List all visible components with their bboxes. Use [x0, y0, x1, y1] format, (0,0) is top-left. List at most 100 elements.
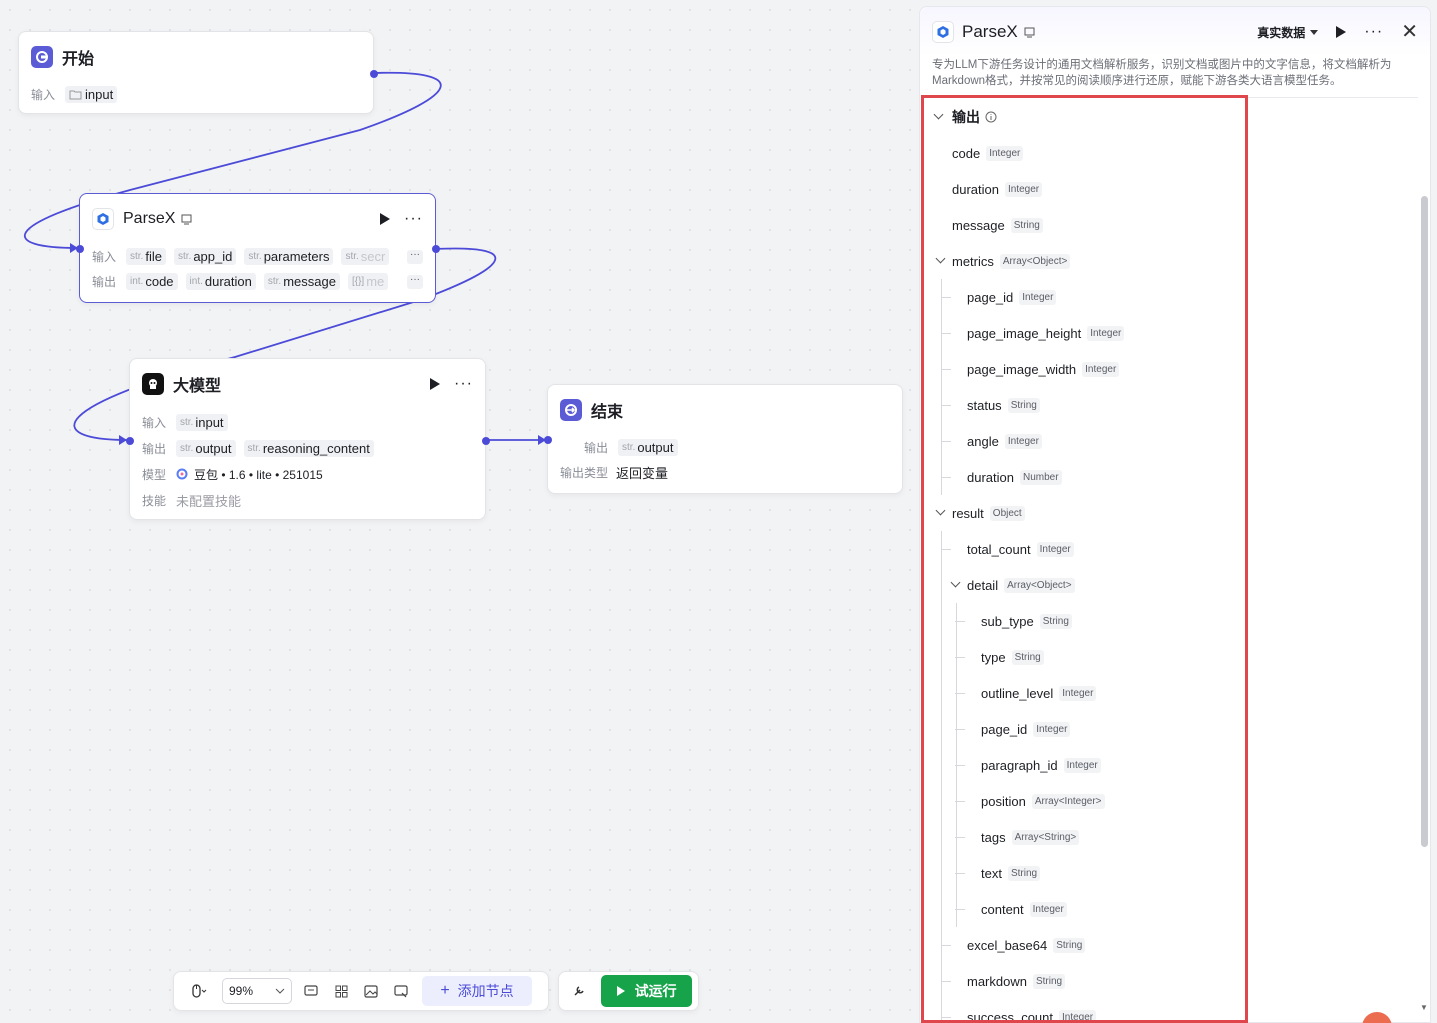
parsex-output-label: 输出 [92, 275, 117, 289]
start-input-label: 输入 [31, 88, 56, 102]
field-name: sub_type [981, 613, 1034, 629]
parsex-output-metrics: [{}] me [347, 273, 389, 290]
parsex-input-file: str. file [126, 248, 166, 265]
llm-skills-value: 未配置技能 [176, 493, 242, 509]
field-name: status [967, 397, 1002, 413]
tree-connector [941, 981, 951, 982]
start-out-port[interactable] [370, 70, 378, 78]
output-field-result[interactable]: result Object [925, 495, 1245, 531]
panel-scrollbar[interactable] [1421, 196, 1428, 847]
llm-node[interactable]: 大模型 ··· 输入 str. input 输出 str. output str. r… [126, 358, 490, 520]
close-icon[interactable]: ✕ [1401, 22, 1418, 42]
llm-title: 大模型 [173, 378, 222, 395]
output-field-success-count: success_count Integer [925, 999, 1245, 1023]
fit-view-button[interactable] [386, 977, 416, 1005]
output-field-paragraph-id: paragraph_id Integer [925, 747, 1245, 783]
folder-icon [69, 90, 82, 99]
zoom-select[interactable]: 99% [222, 978, 292, 1004]
run-toolbar: 试运行 [558, 971, 699, 1011]
start-input-var: input [65, 86, 118, 103]
tree-guide-line [956, 603, 957, 927]
field-name: detail [967, 577, 999, 593]
chevron-down-icon[interactable] [935, 253, 946, 264]
field-name: position [981, 793, 1026, 809]
tree-connector [941, 549, 951, 550]
field-name: metrics [952, 253, 994, 269]
canvas-toolbar: 99% + 添加节点 [173, 971, 549, 1011]
real-data-dropdown[interactable]: 真实数据 [1257, 24, 1319, 41]
parsex-outputs-more[interactable]: ··· [407, 274, 423, 289]
parsex-run-icon[interactable] [380, 213, 391, 225]
debug-tool-button[interactable] [565, 977, 593, 1005]
output-section-header[interactable]: 输出 [925, 99, 1245, 135]
llm-output-output: str. output [176, 439, 236, 457]
start-node[interactable]: 开始 输入 input [18, 31, 378, 114]
doubao-icon [176, 468, 188, 480]
field-name: code [952, 145, 981, 161]
output-tree: 输出 code Integer duration Integer message Stri… [925, 99, 1245, 1023]
end-output-type-value: 返回变量 [616, 466, 669, 481]
end-output-var: str. output [618, 439, 678, 456]
caret-down-icon [1310, 29, 1319, 35]
field-name: markdown [967, 973, 1027, 989]
llm-more-icon[interactable]: ··· [454, 376, 473, 392]
llm-run-icon[interactable] [430, 378, 441, 390]
panel-title: ParseX [962, 22, 1018, 41]
output-field-metrics[interactable]: metrics Array<Object> [925, 243, 1245, 279]
pointer-mode-button[interactable] [180, 977, 218, 1005]
add-node-button[interactable]: + 添加节点 [422, 976, 532, 1006]
end-output-label: 输出 [583, 441, 608, 455]
badge-icon [181, 214, 192, 224]
mouse-icon [192, 984, 207, 998]
field-type-badge: Array<Object> [1004, 577, 1075, 593]
output-field-status: status String [925, 387, 1245, 423]
chevron-down-icon[interactable] [935, 505, 946, 516]
output-field-page-image-height: page_image_height Integer [925, 315, 1245, 351]
field-type-badge: Object [989, 505, 1025, 521]
end-title: 结束 [591, 404, 624, 421]
field-type-badge: Integer [1033, 721, 1071, 737]
chevron-down-icon[interactable] [950, 577, 961, 588]
start-icon [31, 46, 53, 68]
output-field-angle: angle Integer [925, 423, 1245, 459]
tree-connector [941, 1017, 951, 1018]
minimap-button[interactable] [356, 977, 386, 1005]
scroll-down-icon[interactable]: ▼ [1420, 1003, 1428, 1012]
field-type-badge: Array<Object> [999, 253, 1071, 269]
panel-run-icon[interactable] [1336, 26, 1347, 38]
parsex-input-parameters: str. parameters [244, 248, 334, 265]
tree-connector [941, 297, 951, 298]
parsex-node[interactable]: ParseX ··· 输入 str. file str. app_id str. pa… [76, 193, 440, 303]
field-type-badge: Integer [1059, 685, 1097, 701]
llm-input-var: str. input [176, 413, 228, 431]
test-run-button[interactable]: 试运行 [601, 975, 692, 1007]
badge-icon [1024, 27, 1035, 37]
output-field-markdown: markdown String [925, 963, 1245, 999]
start-title: 开始 [62, 51, 95, 68]
end-in-port[interactable] [544, 436, 552, 444]
field-type-badge: Integer [1063, 757, 1101, 773]
tree-connector [941, 945, 951, 946]
parsex-more-icon[interactable]: ··· [404, 211, 423, 227]
llm-out-port[interactable] [482, 437, 490, 445]
workflow-canvas[interactable]: 开始 输入 input ParseX ··· 输入 str. file str.… [0, 0, 918, 1023]
parsex-out-port[interactable] [432, 245, 440, 253]
field-type-badge: String [1007, 397, 1040, 413]
divider [932, 97, 1418, 98]
parsex-inputs-more[interactable]: ··· [407, 249, 423, 264]
llm-model-label: 模型 [142, 467, 167, 482]
field-name: duration [952, 181, 999, 197]
output-field-excel-base64: excel_base64 String [925, 927, 1245, 963]
parsex-icon [932, 21, 954, 43]
field-name: outline_level [981, 685, 1054, 701]
llm-in-port[interactable] [126, 437, 134, 445]
field-type-badge: String [1011, 649, 1044, 665]
output-field-detail[interactable]: detail Array<Object> [925, 567, 1245, 603]
layout-button[interactable] [326, 977, 356, 1005]
parsex-in-port[interactable] [76, 245, 84, 253]
end-node[interactable]: 结束 输出 str. output 输出类型 返回变量 [544, 384, 903, 494]
field-name: total_count [967, 541, 1031, 557]
comment-button[interactable] [296, 977, 326, 1005]
field-name: angle [967, 433, 999, 449]
panel-more-icon[interactable]: ··· [1364, 24, 1383, 40]
